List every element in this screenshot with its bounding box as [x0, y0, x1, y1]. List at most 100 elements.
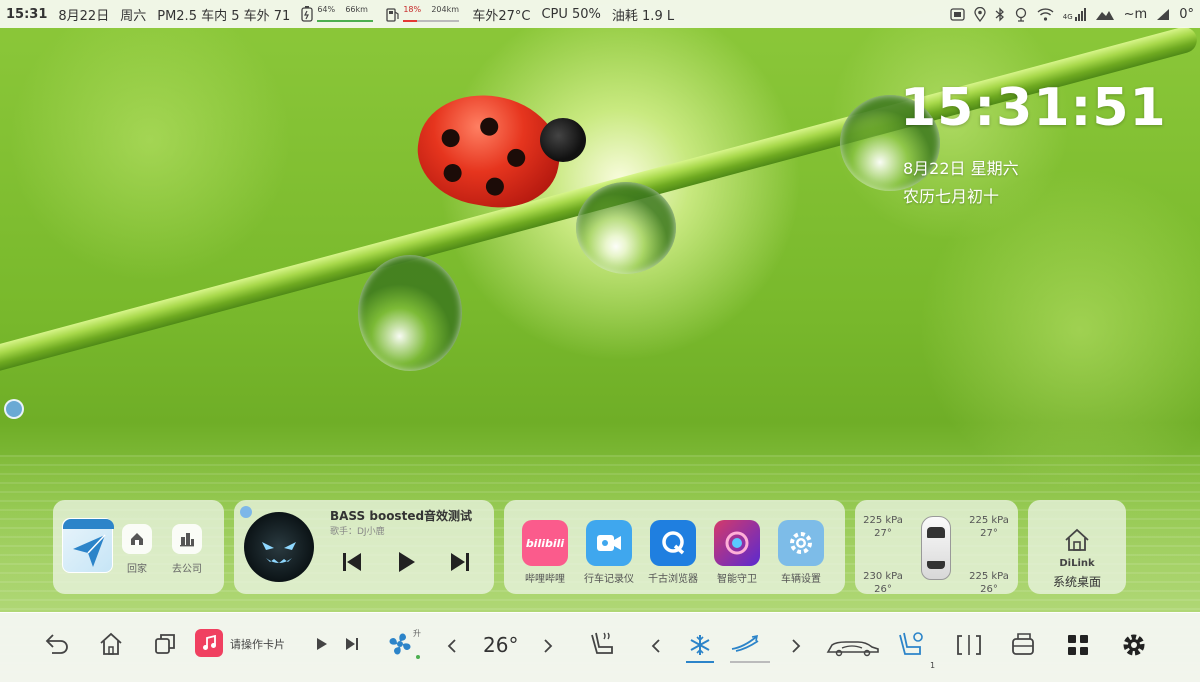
play-icon[interactable] — [394, 550, 418, 574]
tire-pressure: 225 kPa — [863, 515, 903, 526]
temp-down-icon[interactable] — [447, 639, 457, 653]
dashcam-icon — [597, 535, 621, 551]
dashcam-label: 行车记录仪 — [584, 574, 634, 585]
ac-snowflake-icon[interactable] — [688, 633, 712, 657]
album-art[interactable] — [244, 512, 314, 582]
fan-mode-label: 升 — [413, 629, 421, 638]
tire-temp: 27° — [980, 528, 998, 539]
dock-next-icon[interactable] — [345, 637, 359, 651]
seat-ventilation-icon[interactable] — [898, 629, 928, 659]
fuel-pump-icon — [386, 7, 399, 22]
floating-assist-button[interactable] — [4, 399, 24, 419]
smart-guard-label: 智能守卫 — [717, 574, 757, 585]
paper-plane-icon — [73, 534, 106, 567]
music-card-shortcut[interactable] — [195, 629, 223, 657]
wallpaper-water-drop — [358, 255, 462, 371]
battery-icon — [301, 6, 313, 22]
tire-pressure: 225 kPa — [969, 515, 1009, 526]
song-title: BASS boosted音效测试 — [330, 509, 473, 523]
clock-time: 15:31:51 — [900, 78, 1167, 138]
bilibili-app[interactable]: bilibili — [522, 520, 568, 566]
previous-track-icon[interactable] — [340, 550, 364, 574]
status-cpu: CPU 50% — [541, 6, 601, 22]
car-recirculation-icon[interactable] — [826, 637, 880, 657]
location-icon — [974, 6, 986, 22]
battery-indicator: 64% 66km — [301, 4, 375, 24]
next-track-icon[interactable] — [448, 550, 472, 574]
mode-right-icon[interactable] — [791, 639, 801, 653]
tire-temp: 26° — [980, 584, 998, 595]
go-home-label: 回家 — [127, 564, 147, 575]
browser-app[interactable] — [650, 520, 696, 566]
tire-pressure: 225 kPa — [969, 571, 1009, 582]
status-time: 15:31 — [6, 6, 48, 22]
home-icon[interactable] — [98, 631, 124, 657]
bilibili-label: 哔哩哔哩 — [525, 574, 565, 585]
fan-status-dot — [416, 655, 420, 659]
split-screen-icon[interactable] — [956, 633, 982, 657]
app-grid-icon[interactable] — [1066, 633, 1090, 657]
airflow-icon[interactable] — [730, 633, 760, 655]
status-outside-temp: 车外27°C — [472, 8, 531, 24]
tire-front-left: 225 kPa 27° — [859, 514, 907, 540]
settings-gear-icon[interactable] — [1120, 631, 1148, 659]
go-home-button[interactable] — [122, 524, 152, 554]
airflow-indicator — [730, 661, 770, 663]
cellular-label: 4G — [1062, 12, 1073, 21]
office-building-icon — [180, 533, 194, 547]
music-card[interactable]: BASS boosted音效测试 歌手：DJ小鹿 — [234, 500, 494, 594]
vehicle-settings-app[interactable] — [778, 520, 824, 566]
dashcam-app[interactable] — [586, 520, 632, 566]
fuel-percent: 18% — [403, 5, 422, 14]
clock-lunar-date: 农历七月初十 — [903, 187, 1000, 206]
back-icon[interactable] — [44, 631, 70, 657]
temp-up-icon[interactable] — [543, 639, 553, 653]
tire-pressure: 230 kPa — [863, 571, 903, 582]
home-icon — [131, 533, 143, 545]
status-date: 8月22日 — [58, 8, 110, 24]
status-right-temp: 0° — [1179, 6, 1194, 22]
wifi-icon — [1037, 7, 1054, 21]
tire-rear-right: 225 kPa 26° — [965, 570, 1013, 596]
screenshot-icon — [950, 7, 965, 21]
window-switch-icon[interactable] — [1010, 631, 1036, 657]
go-to-work-button[interactable] — [172, 524, 202, 554]
status-icons: 4G ~m 0° — [950, 6, 1194, 22]
browser-label: 千古浏览器 — [648, 574, 698, 585]
go-to-work-label: 去公司 — [172, 564, 202, 575]
gear-icon — [790, 532, 812, 554]
fuel-range: 204km — [431, 5, 460, 14]
navigation-card[interactable]: 回家 去公司 — [53, 500, 224, 594]
song-artist: 歌手：DJ小鹿 — [330, 527, 385, 537]
signal-triangle-icon — [1157, 8, 1170, 20]
bluetooth-icon — [995, 6, 1004, 22]
music-note-icon — [203, 635, 216, 650]
tire-pressure-card[interactable]: 225 kPa 27° 225 kPa 27° 230 kPa 26° 225 … — [855, 500, 1018, 596]
dilink-desktop-card[interactable]: DiLink 系统桌面 — [1028, 500, 1126, 594]
fan-icon[interactable] — [385, 629, 415, 659]
tire-front-right: 225 kPa 27° — [965, 514, 1013, 540]
album-face-icon — [262, 542, 296, 563]
bottom-dock: 请操作卡片 升 26° 1 — [0, 612, 1200, 682]
mode-left-icon[interactable] — [651, 639, 661, 653]
home-outline-icon — [1065, 528, 1089, 551]
signal-strength-icon — [1095, 10, 1114, 20]
clock-date: 8月22日 星期六 — [903, 159, 1019, 178]
vehicle-settings-label: 车辆设置 — [781, 574, 821, 585]
climate-temperature: 26° — [483, 633, 519, 657]
dilink-brand: DiLink — [1059, 558, 1095, 569]
operate-card-label: 请操作卡片 — [230, 638, 285, 651]
seat-heating-icon[interactable] — [588, 629, 618, 659]
battery-percent: 64% — [317, 5, 336, 14]
apps-card: bilibili 哔哩哔哩 行车记录仪 千古浏览器 智能守卫 车辆设置 — [504, 500, 845, 594]
dock-play-icon[interactable] — [316, 637, 328, 651]
navigation-app-icon[interactable] — [62, 518, 114, 573]
car-top-view-icon — [921, 516, 951, 580]
wallpaper-water-drop — [576, 182, 676, 274]
recent-apps-icon[interactable] — [152, 631, 178, 657]
tire-rear-left: 230 kPa 26° — [859, 570, 907, 596]
tire-temp: 27° — [874, 528, 892, 539]
smart-guard-app[interactable] — [714, 520, 760, 566]
status-fuel-consumption: 油耗 1.9 L — [611, 8, 675, 24]
fuel-indicator: 18% 204km — [386, 4, 461, 24]
